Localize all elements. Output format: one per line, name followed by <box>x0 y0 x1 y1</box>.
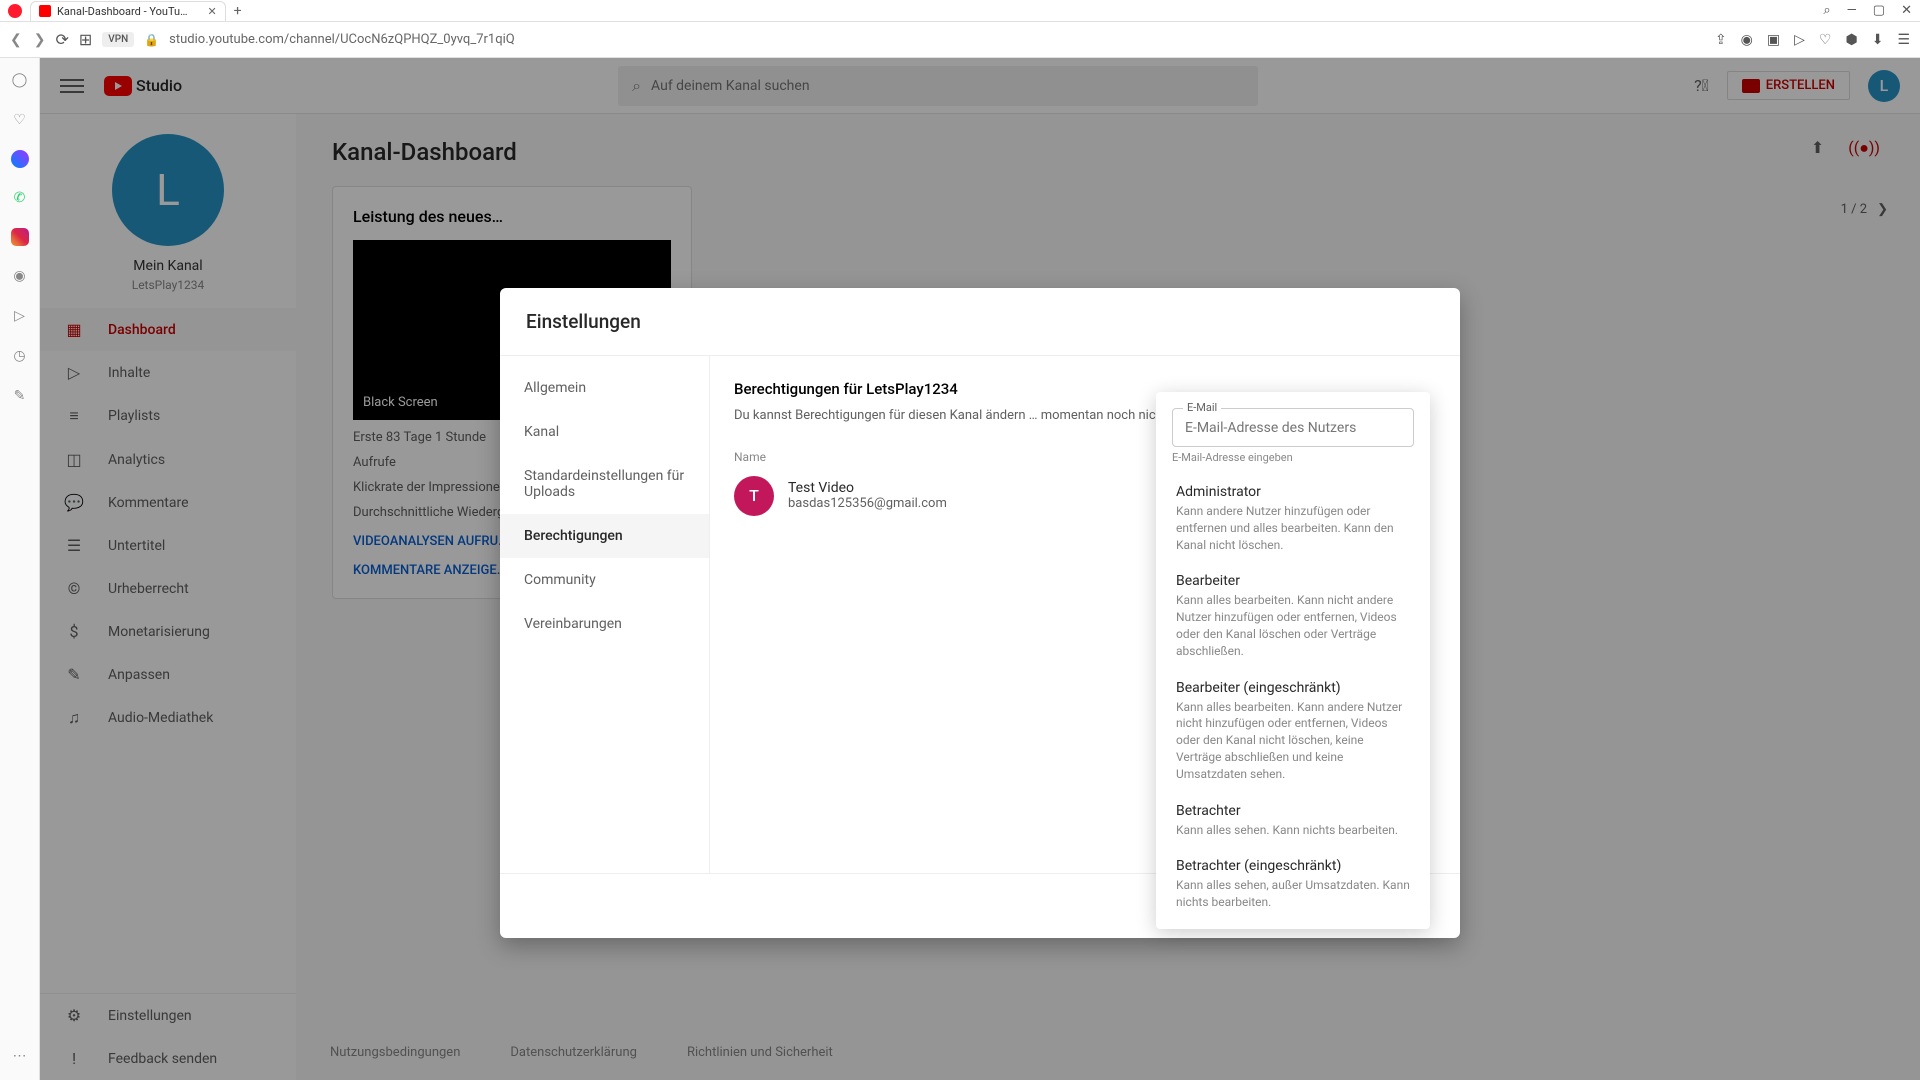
email-field[interactable]: E-Mail <box>1172 408 1414 447</box>
dialog-nav-item[interactable]: Kanal <box>500 410 709 454</box>
role-option[interactable]: Betrachter (eingeschränkt) Kann alles seh… <box>1156 848 1430 921</box>
dialog-nav-item[interactable]: Allgemein <box>500 366 709 410</box>
heart-icon[interactable]: ♡ <box>1819 32 1832 48</box>
role-description: Kann alles sehen. Kann nichts bearbeiten… <box>1176 822 1410 839</box>
snapshot-icon[interactable]: ◉ <box>1741 32 1753 48</box>
invite-popup: E-Mail E-Mail-Adresse eingeben Administr… <box>1156 392 1430 929</box>
browser-addressbar: ❮ ❯ ⟳ ⊞ VPN 🔒 studio.youtube.com/channel… <box>0 22 1920 58</box>
player-icon[interactable]: ▷ <box>10 306 30 326</box>
role-option[interactable]: Betrachter Kann alles sehen. Kann nichts … <box>1156 793 1430 849</box>
role-name: Administrator <box>1176 484 1410 500</box>
instagram-icon[interactable] <box>11 228 29 246</box>
url-text[interactable]: studio.youtube.com/channel/UCocN6zQPHQZ_… <box>169 32 515 47</box>
role-name: Bearbeiter (eingeschränkt) <box>1176 680 1410 696</box>
download-icon[interactable]: ⬇ <box>1872 32 1884 48</box>
vpn-badge[interactable]: VPN <box>102 32 134 47</box>
minimize-icon[interactable]: — <box>1847 3 1857 18</box>
app-root: Studio ⌕ ?⃝ ERSTELLEN L L Mein Kanal Let… <box>40 58 1920 1080</box>
dialog-title: Einstellungen <box>500 288 1460 355</box>
send-icon[interactable]: ▷ <box>1794 32 1805 48</box>
search-icon[interactable]: ⌕ <box>1823 3 1830 18</box>
email-label: E-Mail <box>1183 401 1221 414</box>
role-description: Kann alles bearbeiten. Kann nicht andere… <box>1176 592 1410 659</box>
role-name: Betrachter <box>1176 803 1410 819</box>
flow-icon[interactable]: ◉ <box>10 266 30 286</box>
dialog-nav-item[interactable]: Berechtigungen <box>500 514 709 558</box>
role-name: Bearbeiter <box>1176 573 1410 589</box>
messenger-icon[interactable] <box>11 150 29 168</box>
role-option[interactable]: Bearbeiter Kann alles bearbeiten. Kann ni… <box>1156 563 1430 669</box>
email-hint: E-Mail-Adresse eingeben <box>1172 451 1414 464</box>
window-controls: ⌕ — ▢ ✕ <box>1823 3 1912 18</box>
browser-tabbar: Kanal-Dashboard - YouTu… ✕ + ⌕ — ▢ ✕ <box>0 0 1920 22</box>
tab-close-icon[interactable]: ✕ <box>207 5 216 18</box>
lock-icon: 🔒 <box>144 33 159 47</box>
pip-icon[interactable]: ▣ <box>1767 32 1780 48</box>
reload-icon[interactable]: ⟳ <box>55 30 68 49</box>
pinboards-icon[interactable]: ✎ <box>10 386 30 406</box>
dialog-nav-item[interactable]: Standardeinstellungen für Uploads <box>500 454 709 514</box>
browser-sidebar: ◯ ♡ ✆ ◉ ▷ ◷ ✎ ⋯ <box>0 58 40 1080</box>
role-option[interactable]: Bearbeiter (eingeschränkt) Kann alles bea… <box>1156 670 1430 793</box>
dialog-nav-item[interactable]: Community <box>500 558 709 602</box>
history-icon[interactable]: ◷ <box>10 346 30 366</box>
nav-back-icon[interactable]: ❮ <box>10 32 22 48</box>
dialog-nav: AllgemeinKanalStandardeinstellungen für … <box>500 356 710 873</box>
user-email: basdas125356@gmail.com <box>788 496 947 511</box>
maximize-icon[interactable]: ▢ <box>1873 3 1885 18</box>
speed-dial-icon[interactable]: ⊞ <box>79 30 92 49</box>
role-name: Betrachter (eingeschränkt) <box>1176 858 1410 874</box>
bookmarks-icon[interactable]: ♡ <box>10 110 30 130</box>
bookmark-sync-icon[interactable]: ⇪ <box>1715 32 1727 48</box>
whatsapp-icon[interactable]: ✆ <box>10 188 30 208</box>
tab-title: Kanal-Dashboard - YouTu… <box>57 5 187 18</box>
opera-logo-icon <box>8 4 22 18</box>
close-icon[interactable]: ✕ <box>1901 3 1912 18</box>
workspaces-icon[interactable]: ◯ <box>10 70 30 90</box>
menu-icon[interactable]: ☰ <box>1897 32 1910 48</box>
role-description: Kann andere Nutzer hinzufügen oder entfe… <box>1176 503 1410 553</box>
nav-forward-icon[interactable]: ❯ <box>34 32 46 48</box>
role-description: Kann alles bearbeiten. Kann andere Nutze… <box>1176 699 1410 783</box>
role-option[interactable]: Administrator Kann andere Nutzer hinzufüg… <box>1156 474 1430 563</box>
user-name: Test Video <box>788 480 947 496</box>
new-tab-button[interactable]: + <box>234 3 242 19</box>
role-description: Kann alles sehen, außer Umsatzdaten. Kan… <box>1176 877 1410 911</box>
dialog-nav-item[interactable]: Vereinbarungen <box>500 602 709 646</box>
browser-tab[interactable]: Kanal-Dashboard - YouTu… ✕ <box>30 1 226 21</box>
cube-icon[interactable]: ⬢ <box>1845 32 1857 48</box>
user-avatar: T <box>734 476 774 516</box>
sidebar-more-icon[interactable]: ⋯ <box>10 1046 30 1066</box>
youtube-favicon-icon <box>39 5 51 17</box>
email-input[interactable] <box>1185 420 1401 436</box>
